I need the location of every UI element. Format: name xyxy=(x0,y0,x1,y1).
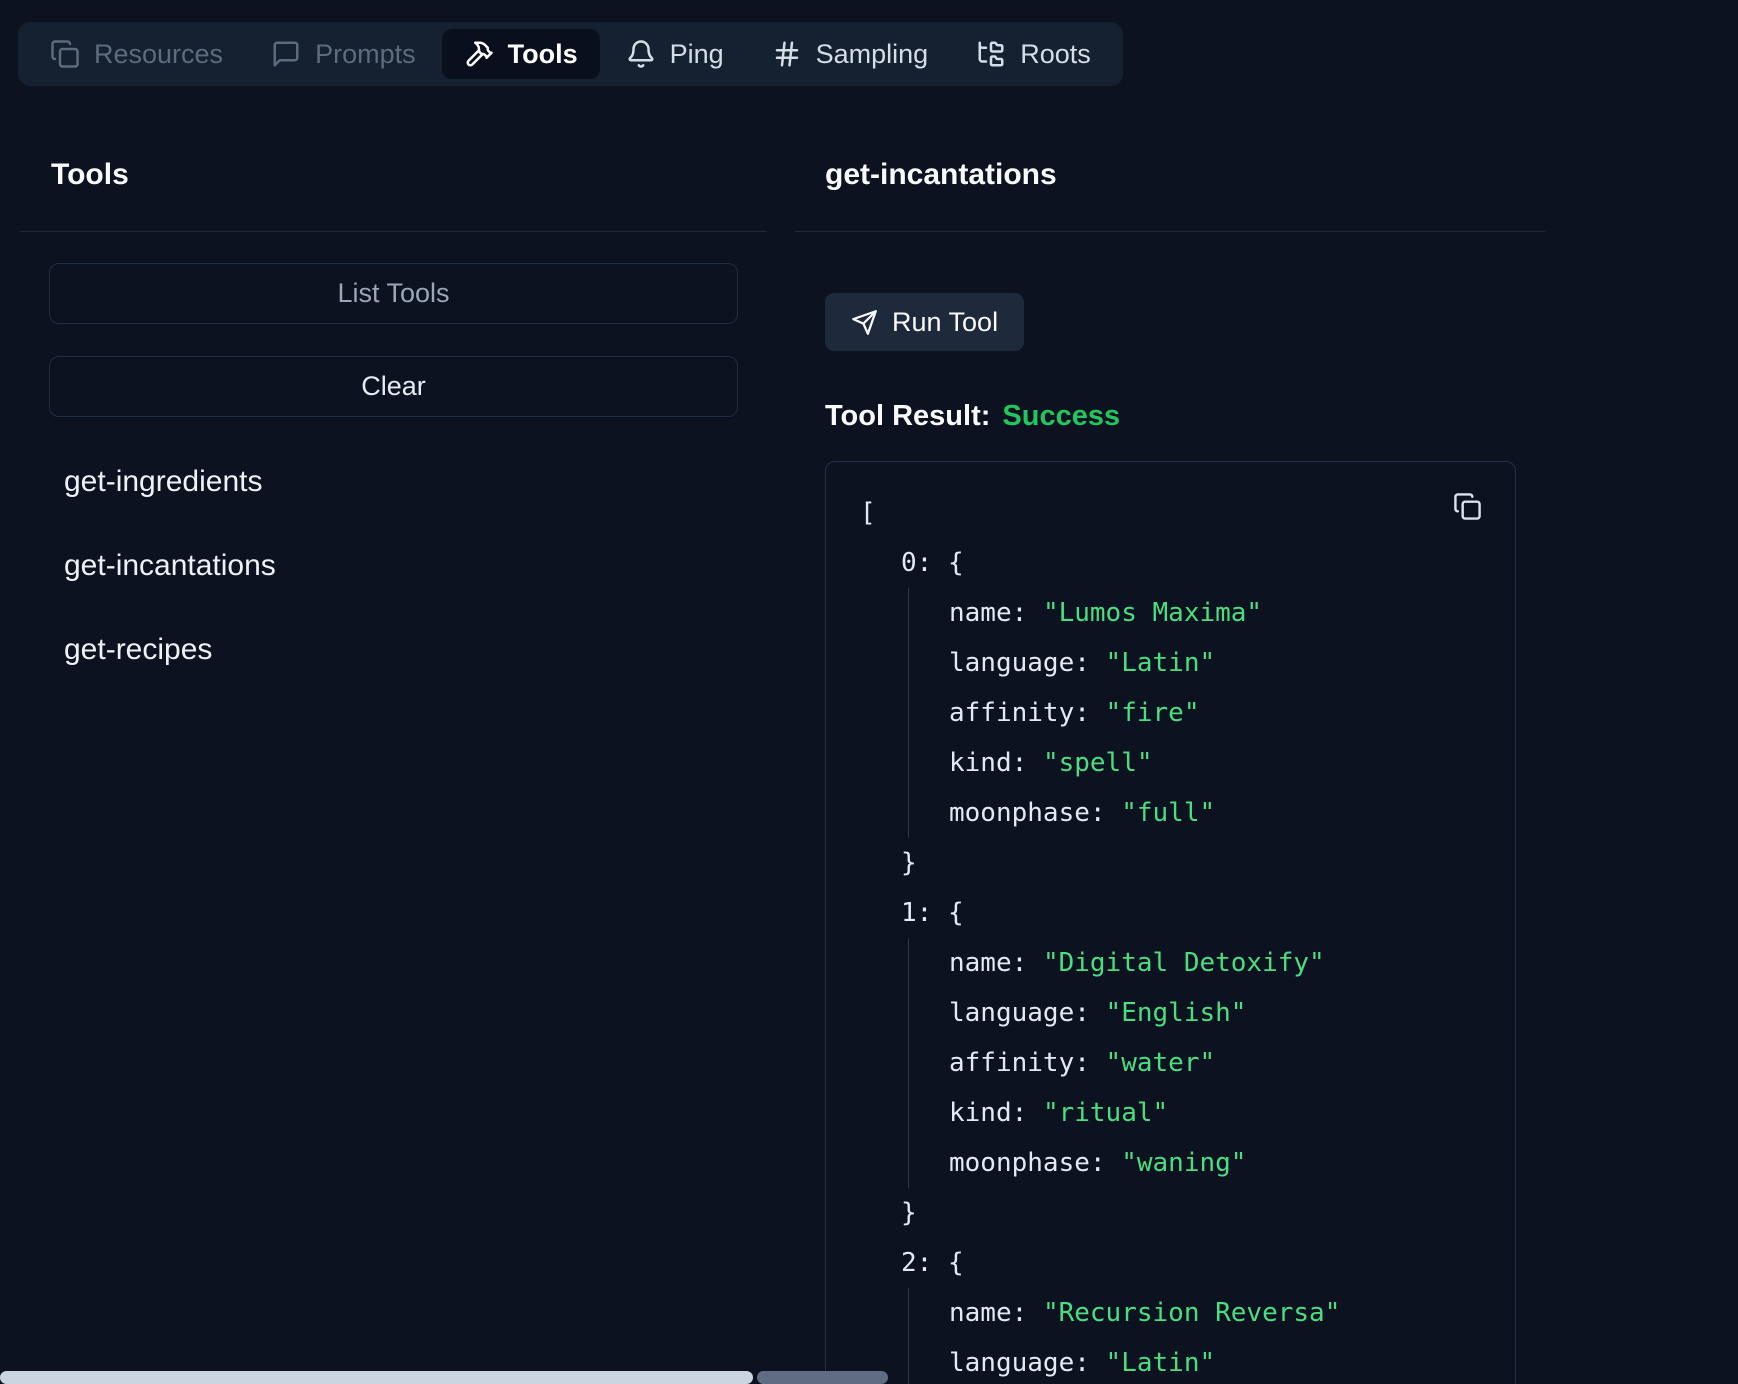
roots-icon xyxy=(976,39,1006,69)
tool-list: get-ingredients get-incantations get-recip… xyxy=(64,465,781,667)
tab-label: Prompts xyxy=(315,39,416,70)
json-row: 2: { xyxy=(901,1238,1481,1288)
json-tree: [0: {name: "Lumos Maxima"language: "Lati… xyxy=(860,488,1481,1384)
json-row: name: "Digital Detoxify" xyxy=(949,938,1481,988)
copy-icon xyxy=(1453,492,1482,521)
tab-label: Resources xyxy=(94,39,223,70)
json-row: 0: { xyxy=(901,538,1481,588)
tab-label: Tools xyxy=(508,39,578,70)
tab-label: Ping xyxy=(670,39,724,70)
json-row: language: "Latin" xyxy=(949,1338,1481,1384)
json-row: [ xyxy=(860,488,1481,538)
json-row: kind: "ritual" xyxy=(949,1088,1481,1138)
json-row: language: "Latin" xyxy=(949,638,1481,688)
horizontal-scrollbar-thumb[interactable] xyxy=(0,1371,753,1384)
json-entry-fields: name: "Digital Detoxify"language: "Engli… xyxy=(908,938,1481,1188)
tab-ping[interactable]: Ping xyxy=(604,29,746,79)
run-tool-button[interactable]: Run Tool xyxy=(825,293,1024,351)
json-entry: 1: {name: "Digital Detoxify"language: "E… xyxy=(901,888,1481,1238)
tool-list-item[interactable]: get-ingredients xyxy=(64,465,262,499)
json-row: } xyxy=(901,838,1481,888)
json-row: language: "English" xyxy=(949,988,1481,1038)
tool-detail-panel: get-incantations Run Tool Tool Result: S… xyxy=(795,85,1738,1384)
run-tool-label: Run Tool xyxy=(892,307,998,338)
tool-result-line: Tool Result: Success xyxy=(825,397,1738,435)
tool-result-box: [0: {name: "Lumos Maxima"language: "Lati… xyxy=(825,461,1516,1384)
json-row: kind: "spell" xyxy=(949,738,1481,788)
clear-button[interactable]: Clear xyxy=(49,356,738,417)
json-row: moonphase: "full" xyxy=(949,788,1481,838)
tool-result-label: Tool Result: xyxy=(825,400,990,433)
json-entry-fields: name: "Recursion Reversa"language: "Lati… xyxy=(908,1288,1481,1384)
copy-button[interactable] xyxy=(1449,488,1485,524)
tab-tools[interactable]: Tools xyxy=(442,29,600,79)
tool-result-status: Success xyxy=(1002,400,1120,433)
tools-panel-title: Tools xyxy=(51,158,781,192)
tool-list-item[interactable]: get-incantations xyxy=(64,549,276,583)
send-icon xyxy=(851,309,878,336)
tab-label: Sampling xyxy=(816,39,929,70)
json-entry: 0: {name: "Lumos Maxima"language: "Latin… xyxy=(901,538,1481,888)
json-row: name: "Recursion Reversa" xyxy=(949,1288,1481,1338)
list-tools-button[interactable]: List Tools xyxy=(49,263,738,324)
app-root: Resources Prompts Tools Ping Sampling xyxy=(0,0,1738,1384)
json-row: affinity: "fire" xyxy=(949,688,1481,738)
tab-bar: Resources Prompts Tools Ping Sampling xyxy=(18,22,1123,86)
json-row: 1: { xyxy=(901,888,1481,938)
json-entry: 2: {name: "Recursion Reversa"language: "… xyxy=(901,1238,1481,1384)
json-row: affinity: "water" xyxy=(949,1038,1481,1088)
prompts-icon xyxy=(271,39,301,69)
json-row: name: "Lumos Maxima" xyxy=(949,588,1481,638)
json-row: moonphase: "waning" xyxy=(949,1138,1481,1188)
tools-icon xyxy=(464,39,494,69)
tools-panel: Tools List Tools Clear get-ingredientsge… xyxy=(0,85,781,717)
tool-detail-divider xyxy=(795,231,1545,232)
json-entry-fields: name: "Lumos Maxima"language: "Latin"aff… xyxy=(908,588,1481,838)
resources-icon xyxy=(50,39,80,69)
tab-resources[interactable]: Resources xyxy=(28,29,245,79)
sampling-icon xyxy=(772,39,802,69)
tools-panel-divider xyxy=(20,231,767,232)
tab-roots[interactable]: Roots xyxy=(954,29,1113,79)
tab-sampling[interactable]: Sampling xyxy=(750,29,951,79)
tab-prompts[interactable]: Prompts xyxy=(249,29,438,79)
horizontal-scrollbar xyxy=(0,1371,889,1384)
json-row: } xyxy=(901,1188,1481,1238)
tool-list-item[interactable]: get-recipes xyxy=(64,633,212,667)
tab-label: Roots xyxy=(1020,39,1091,70)
tool-detail-title: get-incantations xyxy=(825,158,1738,192)
horizontal-scrollbar-track[interactable] xyxy=(757,1371,888,1384)
ping-icon xyxy=(626,39,656,69)
